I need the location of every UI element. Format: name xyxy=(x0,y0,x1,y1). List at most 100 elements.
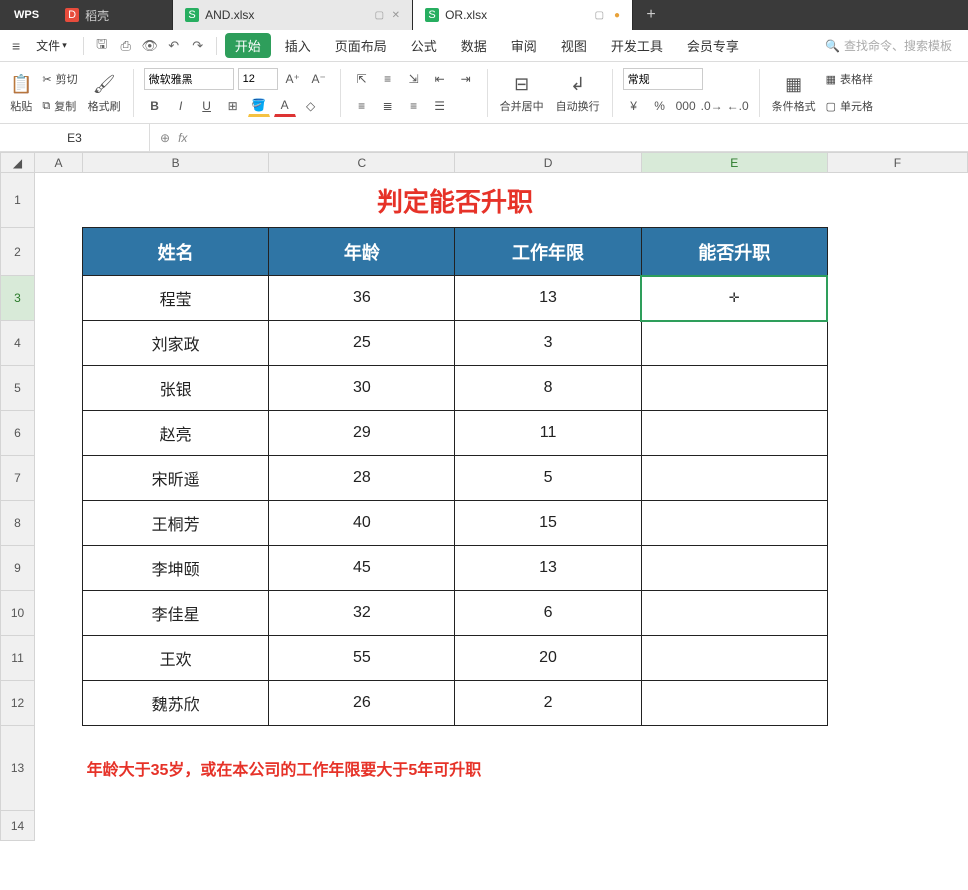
row-header-1[interactable]: 1 xyxy=(1,173,35,228)
menu-insert[interactable]: 插入 xyxy=(275,32,321,59)
underline-button[interactable]: U xyxy=(196,95,218,117)
tab-docer[interactable]: D 稻壳 xyxy=(53,0,173,30)
row-header-12[interactable]: 12 xyxy=(1,681,35,726)
copy-button[interactable]: ⧉复制 xyxy=(42,94,77,118)
align-middle-icon[interactable]: ≡ xyxy=(377,68,399,90)
th-name[interactable]: 姓名 xyxy=(83,228,269,276)
cut-button[interactable]: ✂剪切 xyxy=(42,67,77,91)
cell-C8[interactable]: 40 xyxy=(269,501,455,546)
menu-data[interactable]: 数据 xyxy=(451,32,497,59)
row-header-13[interactable]: 13 xyxy=(1,726,35,811)
fill-color-button[interactable]: 🪣 xyxy=(248,95,270,117)
cell-B3[interactable]: 程莹 xyxy=(83,276,269,321)
cell-D9[interactable]: 13 xyxy=(455,546,641,591)
cell-C4[interactable]: 25 xyxy=(269,321,455,366)
cell-D10[interactable]: 6 xyxy=(455,591,641,636)
cell-C6[interactable]: 29 xyxy=(269,411,455,456)
th-age[interactable]: 年龄 xyxy=(269,228,455,276)
currency-icon[interactable]: ¥ xyxy=(623,95,645,117)
cell-B10[interactable]: 李佳星 xyxy=(83,591,269,636)
bold-button[interactable]: B xyxy=(144,95,166,117)
distribute-icon[interactable]: ☰ xyxy=(429,95,451,117)
cell-B5[interactable]: 张银 xyxy=(83,366,269,411)
file-menu[interactable]: 文件▾ xyxy=(28,33,75,58)
spreadsheet-grid[interactable]: ◢ A B C D E F 1 判定能否升职 2 姓名 年龄 工作年限 能否升职… xyxy=(0,152,968,841)
row-header-5[interactable]: 5 xyxy=(1,366,35,411)
search-box[interactable]: 🔍 查找命令、搜索模板 xyxy=(825,37,960,54)
cell-E3-active[interactable]: ✛ xyxy=(641,276,827,321)
cell-E11[interactable] xyxy=(641,636,827,681)
tab-and-xlsx[interactable]: S AND.xlsx ▢ ✕ xyxy=(173,0,413,30)
decrease-font-icon[interactable]: A⁻ xyxy=(308,68,330,90)
cell-C12[interactable]: 26 xyxy=(269,681,455,726)
menu-member[interactable]: 会员专享 xyxy=(677,32,749,59)
increase-font-icon[interactable]: A⁺ xyxy=(282,68,304,90)
table-format-button[interactable]: ▦表格样 xyxy=(826,67,873,91)
menu-start[interactable]: 开始 xyxy=(225,33,271,58)
thousand-icon[interactable]: 000 xyxy=(675,95,697,117)
cell-E9[interactable] xyxy=(641,546,827,591)
select-all-corner[interactable]: ◢ xyxy=(1,153,35,173)
menu-review[interactable]: 审阅 xyxy=(501,32,547,59)
cell-format-button[interactable]: ▢单元格 xyxy=(826,94,873,118)
cell-E12[interactable] xyxy=(641,681,827,726)
cell-B11[interactable]: 王欢 xyxy=(83,636,269,681)
paste-button[interactable]: 📋 粘贴 xyxy=(6,65,36,121)
new-tab-button[interactable]: + xyxy=(633,0,669,30)
cell-D8[interactable]: 15 xyxy=(455,501,641,546)
tab-or-xlsx[interactable]: S OR.xlsx ▢ ● xyxy=(413,0,633,30)
cell-D3[interactable]: 13 xyxy=(455,276,641,321)
cell-D11[interactable]: 20 xyxy=(455,636,641,681)
cell-C3[interactable]: 36 xyxy=(269,276,455,321)
indent-increase-icon[interactable]: ⇥ xyxy=(455,68,477,90)
cell-D6[interactable]: 11 xyxy=(455,411,641,456)
cell-C7[interactable]: 28 xyxy=(269,456,455,501)
wrap-text-button[interactable]: ↲ 自动换行 xyxy=(552,65,604,121)
row-header-11[interactable]: 11 xyxy=(1,636,35,681)
font-color-button[interactable]: A xyxy=(274,95,296,117)
print-icon[interactable]: ⎙ xyxy=(116,36,136,56)
save-icon[interactable]: 🖫 xyxy=(92,36,112,56)
eraser-button[interactable]: ◇ xyxy=(300,95,322,117)
cell-D5[interactable]: 8 xyxy=(455,366,641,411)
cond-format-button[interactable]: ▦ 条件格式 xyxy=(768,65,820,121)
col-header-B[interactable]: B xyxy=(83,153,269,173)
cell-C11[interactable]: 55 xyxy=(269,636,455,681)
indent-decrease-icon[interactable]: ⇤ xyxy=(429,68,451,90)
cell-D7[interactable]: 5 xyxy=(455,456,641,501)
italic-button[interactable]: I xyxy=(170,95,192,117)
col-header-E[interactable]: E xyxy=(641,153,827,173)
decimal-decrease-icon[interactable]: ←.0 xyxy=(727,95,749,117)
menu-pagelayout[interactable]: 页面布局 xyxy=(325,32,397,59)
cell-B9[interactable]: 李坤颐 xyxy=(83,546,269,591)
row-header-7[interactable]: 7 xyxy=(1,456,35,501)
sheet-note[interactable]: 年龄大于35岁，或在本公司的工作年限要大于5年可升职 xyxy=(83,726,828,811)
fx-icon[interactable]: fx xyxy=(178,131,187,145)
expand-fx-icon[interactable]: ⊕ xyxy=(160,131,170,145)
menu-devtools[interactable]: 开发工具 xyxy=(601,32,673,59)
th-years[interactable]: 工作年限 xyxy=(455,228,641,276)
th-promo[interactable]: 能否升职 xyxy=(641,228,827,276)
cell-B12[interactable]: 魏苏欣 xyxy=(83,681,269,726)
align-right-icon[interactable]: ≡ xyxy=(403,95,425,117)
cell-D4[interactable]: 3 xyxy=(455,321,641,366)
cell-C9[interactable]: 45 xyxy=(269,546,455,591)
align-top-icon[interactable]: ⇱ xyxy=(351,68,373,90)
border-button[interactable]: ⊞ xyxy=(222,95,244,117)
row-header-4[interactable]: 4 xyxy=(1,321,35,366)
merge-center-button[interactable]: ⊟ 合并居中 xyxy=(496,65,548,121)
align-center-icon[interactable]: ≣ xyxy=(377,95,399,117)
cell-B4[interactable]: 刘家政 xyxy=(83,321,269,366)
col-header-C[interactable]: C xyxy=(269,153,455,173)
cell-C5[interactable]: 30 xyxy=(269,366,455,411)
row-header-2[interactable]: 2 xyxy=(1,228,35,276)
number-format-select[interactable] xyxy=(623,68,703,90)
redo-icon[interactable]: ↷ xyxy=(188,36,208,56)
col-header-D[interactable]: D xyxy=(455,153,641,173)
menu-formula[interactable]: 公式 xyxy=(401,32,447,59)
cell-E8[interactable] xyxy=(641,501,827,546)
font-name-select[interactable] xyxy=(144,68,234,90)
row-header-14[interactable]: 14 xyxy=(1,811,35,841)
col-header-F[interactable]: F xyxy=(827,153,967,173)
hamburger-icon[interactable]: ≡ xyxy=(8,38,24,54)
